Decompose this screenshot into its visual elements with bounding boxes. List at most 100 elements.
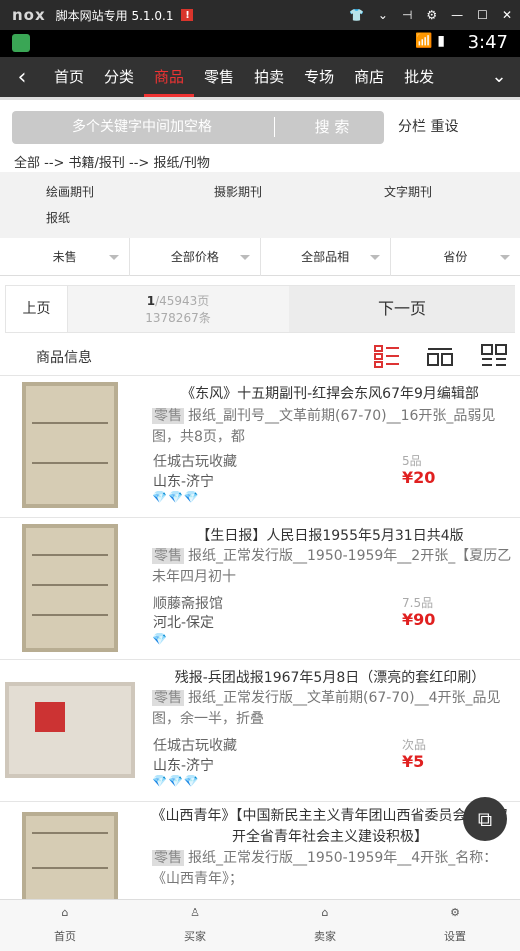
item-desc-text: 报纸_正常发行版__1950-1959年__2开张_【夏历乙未年四月初十 <box>152 548 512 585</box>
store-icon: ⌂ <box>321 906 329 919</box>
list-item[interactable]: 《东风》十五期副刊-红捍会东风67年9月编辑部 零售 报纸_副刊号__文革前期(6… <box>0 376 520 518</box>
category-filter: 绘画期刊 摄影期刊 文字期刊 报纸 <box>0 172 520 238</box>
condition: 5品 <box>402 454 422 468</box>
search-button[interactable]: 搜 索 <box>280 111 384 144</box>
maximize-icon[interactable]: ☐ <box>477 8 488 22</box>
list-header: 商品信息 <box>0 336 520 376</box>
next-page-button[interactable]: 下一页 <box>289 286 515 332</box>
caret-icon <box>369 255 380 260</box>
filter-label: 省份 <box>443 250 468 264</box>
chevron-down-icon[interactable]: ⌄ <box>478 57 520 97</box>
category-text[interactable]: 文字期刊 <box>384 183 432 200</box>
item-thumbnail[interactable] <box>22 812 118 899</box>
caret-icon <box>239 255 250 260</box>
item-thumbnail[interactable] <box>22 524 118 652</box>
item-title[interactable]: 残报-兵团战报1967年5月8日（漂亮的套红印刷） <box>148 668 512 689</box>
location: 河北-保定 <box>153 615 215 631</box>
home-icon: ⌂ <box>61 906 69 919</box>
price: ¥20 <box>402 468 436 487</box>
bottom-nav-label: 首页 <box>54 930 76 943</box>
item-title[interactable]: 【生日报】人民日报1955年5月31日共4版 <box>148 526 512 547</box>
location: 山东-济宁 <box>153 474 215 490</box>
divider <box>274 117 275 137</box>
nox-logo: nox <box>12 6 46 24</box>
clock: 3:47 <box>467 32 508 53</box>
grid-view-icon[interactable] <box>426 343 454 369</box>
column-reset-buttons[interactable]: 分栏 重设 <box>398 116 458 136</box>
shirt-icon[interactable]: 👕 <box>349 8 364 22</box>
condition: 7.5品 <box>402 596 434 610</box>
total-items: 1378267条 <box>145 311 211 325</box>
bottom-nav: ⌂ 首页 ♙ 买家 ⌂ 卖家 ⚙ 设置 <box>0 899 520 951</box>
item-thumbnail[interactable] <box>22 382 118 508</box>
search-input[interactable]: 多个关键字中间加空格 <box>12 111 272 144</box>
bottom-nav-settings[interactable]: ⚙ 设置 <box>390 900 520 951</box>
bottom-nav-buyer[interactable]: ♙ 买家 <box>130 900 260 951</box>
item-desc-text: 报纸_副刊号__文革前期(67-70)__16开张_品弱见图，共8页，都 <box>152 408 496 445</box>
filter-sale-status[interactable]: 未售 <box>0 238 131 276</box>
chevron-down-icon[interactable]: ⌄ <box>378 8 388 22</box>
location: 山东-济宁 <box>153 758 215 774</box>
bottom-nav-label: 买家 <box>184 930 206 943</box>
tab-store[interactable]: 商店 <box>344 57 394 97</box>
item-title[interactable]: 《东风》十五期副刊-红捍会东风67年9月编辑部 <box>148 384 512 405</box>
back-icon[interactable]: ‹ <box>0 65 44 90</box>
filter-condition[interactable]: 全部品相 <box>261 238 391 276</box>
breadcrumb: 全部 --> 书籍/报刊 --> 报纸/刊物 <box>14 156 210 171</box>
tab-retail[interactable]: 零售 <box>194 57 244 97</box>
bottom-nav-label: 设置 <box>444 930 466 943</box>
close-icon[interactable]: ✕ <box>502 8 512 22</box>
filter-label: 未售 <box>52 250 77 264</box>
tab-home[interactable]: 首页 <box>44 57 94 97</box>
item-title[interactable]: 《山西青年》【中国新民主主义青年团山西省委员会关于召开全省青年社会主义建设积极】 <box>148 806 512 848</box>
app-notification-icon <box>12 34 30 52</box>
wifi-battery-icon: 📶 ▮ <box>415 33 445 49</box>
item-thumbnail[interactable] <box>5 682 135 778</box>
tile-view-icon[interactable] <box>480 343 508 369</box>
category-painting[interactable]: 绘画期刊 <box>46 183 94 200</box>
caret-icon <box>109 255 120 260</box>
rating-gems-icon: 💎💎💎 <box>152 774 200 788</box>
filter-province[interactable]: 省份 <box>391 238 520 276</box>
top-nav: ‹ 首页 分类 商品 零售 拍卖 专场 商店 批发 ⌄ <box>0 57 520 97</box>
minimize-icon[interactable]: — <box>451 8 463 22</box>
item-desc-text: 报纸_正常发行版__文革前期(67-70)__4开张_品见图，余一半，折叠 <box>152 690 501 727</box>
tab-wholesale[interactable]: 批发 <box>394 57 444 97</box>
list-view-icon[interactable] <box>373 343 401 369</box>
share-fab-icon[interactable]: ⧉ <box>463 797 507 841</box>
page-info[interactable]: 1/45943页 1378267条 <box>68 292 288 326</box>
list-item[interactable]: 【生日报】人民日报1955年5月31日共4版 零售 报纸_正常发行版__1950-… <box>0 518 520 660</box>
shop-name[interactable]: 任城古玩收藏 <box>153 451 237 471</box>
retail-tag: 零售 <box>152 690 184 706</box>
retail-tag: 零售 <box>152 850 184 866</box>
bottom-nav-seller[interactable]: ⌂ 卖家 <box>260 900 390 951</box>
item-desc: 零售 报纸_副刊号__文革前期(67-70)__16开张_品弱见图，共8页，都 <box>152 406 514 448</box>
category-newspaper[interactable]: 报纸 <box>46 209 70 226</box>
gear-icon[interactable]: ⚙ <box>426 8 437 22</box>
shop-name[interactable]: 任城古玩收藏 <box>153 735 237 755</box>
alert-badge[interactable]: ! <box>181 9 194 21</box>
list-item[interactable]: 残报-兵团战报1967年5月8日（漂亮的套红印刷） 零售 报纸_正常发行版__文革… <box>0 660 520 802</box>
list-item[interactable]: 《山西青年》【中国新民主主义青年团山西省委员会关于召开全省青年社会主义建设积极】… <box>0 802 520 899</box>
filter-row: 未售 全部价格 全部品相 省份 <box>0 238 520 276</box>
prev-page-button[interactable]: 上页 <box>6 286 68 332</box>
tab-category[interactable]: 分类 <box>94 57 144 97</box>
retail-tag: 零售 <box>152 548 184 564</box>
person-icon: ♙ <box>190 906 200 919</box>
rating-gems-icon: 💎 <box>152 632 168 646</box>
bottom-nav-home[interactable]: ⌂ 首页 <box>0 900 130 951</box>
tab-goods[interactable]: 商品 <box>144 57 195 97</box>
shop-name[interactable]: 顺藤斋报馆 <box>153 593 223 613</box>
tab-special[interactable]: 专场 <box>294 57 344 97</box>
tab-auction[interactable]: 拍卖 <box>244 57 294 97</box>
retail-tag: 零售 <box>152 408 184 424</box>
filter-price[interactable]: 全部价格 <box>130 238 261 276</box>
gear-icon: ⚙ <box>450 906 460 919</box>
pin-icon[interactable]: ⊣ <box>402 8 412 22</box>
category-photo[interactable]: 摄影期刊 <box>214 183 262 200</box>
caret-icon <box>500 255 510 260</box>
filter-label: 全部品相 <box>301 250 350 264</box>
emulator-titlebar: nox 脚本网站专用 5.1.0.1 ! 👕 ⌄ ⊣ ⚙ — ☐ ✕ <box>0 0 520 30</box>
price: ¥90 <box>402 610 436 629</box>
item-desc: 零售 报纸_正常发行版__1950-1959年__4开张_名称：《山西青年》； <box>152 848 514 890</box>
